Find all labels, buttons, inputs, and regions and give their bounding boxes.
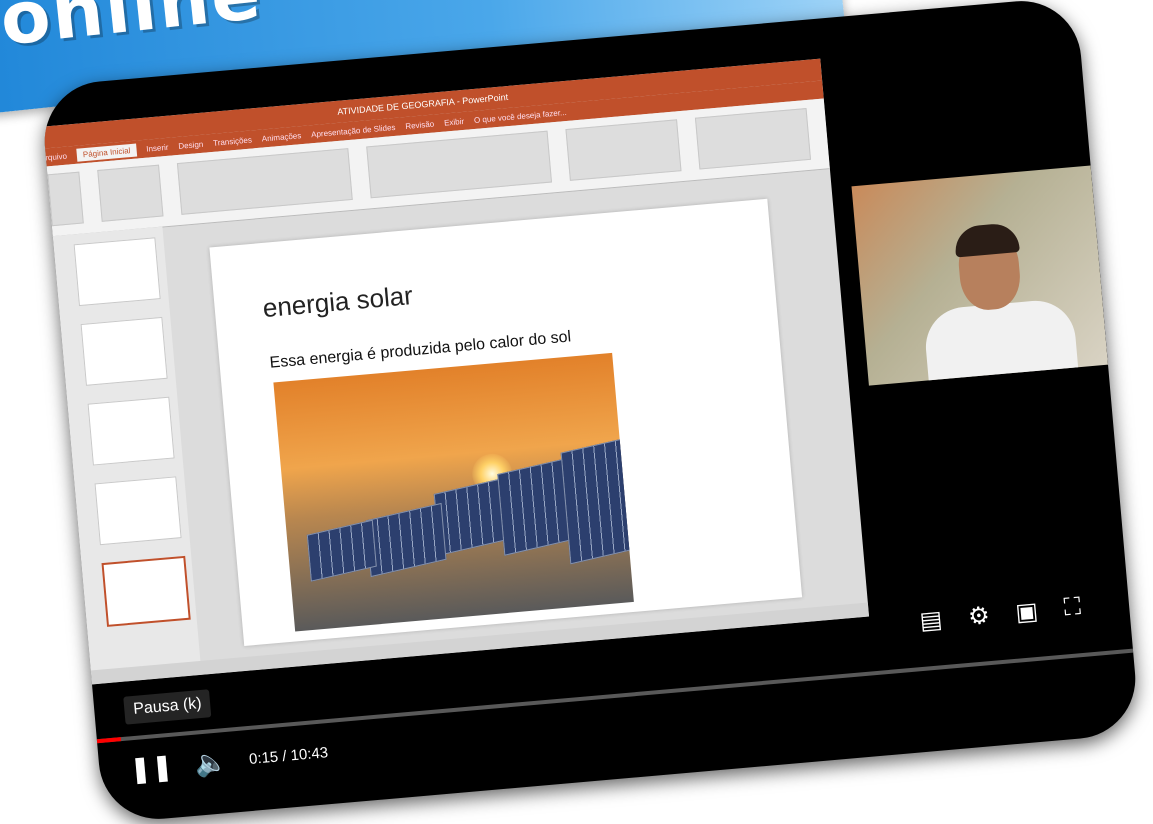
solar-panel	[560, 436, 634, 565]
ribbon-tab: Arquivo	[39, 151, 68, 163]
time-display: 0:15 / 10:43	[248, 743, 329, 768]
solar-panel	[365, 502, 447, 578]
font-group	[176, 148, 353, 215]
person-hair	[953, 222, 1020, 258]
powerpoint-window: ATIVIDADE DE GEOGRAFIA - PowerPoint Arqu…	[39, 58, 870, 687]
miniplayer-icon[interactable]: ▣	[1014, 597, 1039, 628]
solar-panel	[306, 519, 377, 582]
ribbon-tab: Transições	[212, 134, 253, 148]
slide-thumbnail	[73, 237, 161, 307]
fullscreen-icon[interactable]: ⛶	[1063, 593, 1082, 623]
person-shirt	[922, 297, 1080, 386]
solar-panels-image	[273, 352, 634, 632]
slide-thumbnail	[80, 316, 168, 386]
video-player[interactable]: ATIVIDADE DE GEOGRAFIA - PowerPoint Arqu…	[39, 0, 1141, 824]
ribbon-tab: Exibir	[443, 116, 465, 128]
slide-thumbnail	[94, 476, 182, 546]
subtitles-icon[interactable]: ▤	[918, 605, 944, 636]
volume-icon[interactable]: 🔈	[194, 746, 229, 779]
webcam-overlay	[851, 165, 1109, 386]
slides-group	[97, 164, 164, 222]
current-slide: energia solar Essa energia é produzida p…	[209, 198, 803, 647]
slide-thumbnail	[87, 396, 175, 466]
editing-group	[694, 107, 812, 170]
slide-thumbnail-selected	[101, 555, 191, 627]
ribbon-tab: Inserir	[145, 142, 169, 154]
ribbon-tab: Design	[177, 139, 204, 151]
paragraph-group	[366, 130, 553, 199]
ribbon-tab: Revisão	[404, 119, 435, 131]
pause-icon[interactable]: ❚❚	[128, 751, 174, 785]
slide-title: energia solar	[261, 280, 414, 324]
drawing-group	[565, 119, 682, 181]
paste-button	[47, 171, 84, 227]
gear-icon[interactable]: ⚙	[967, 601, 991, 632]
slide-thumbnails-panel	[39, 226, 201, 677]
ribbon-tab: Animações	[261, 130, 302, 144]
